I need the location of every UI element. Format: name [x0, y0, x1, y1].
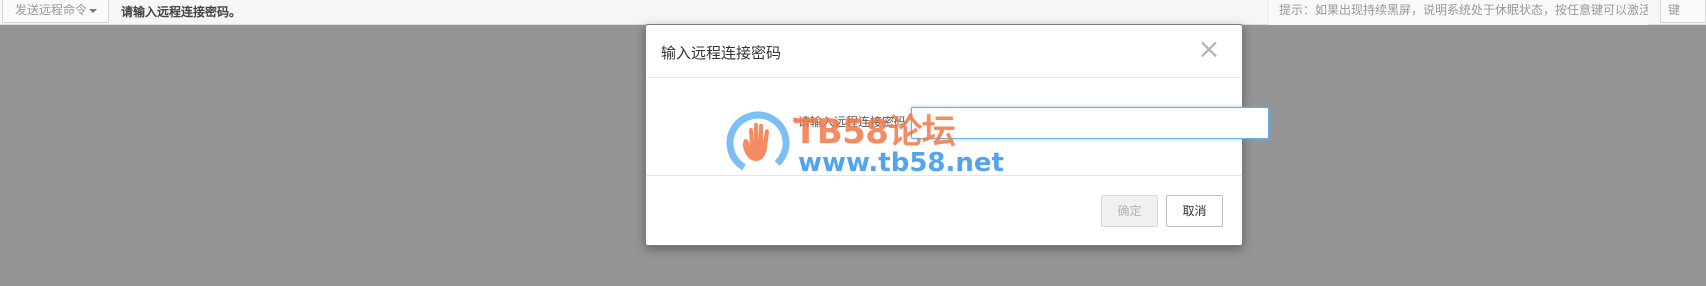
dialog-header: 输入远程连接密码 ×	[646, 25, 1242, 78]
send-remote-command-label: 发送远程命令	[15, 3, 88, 17]
chevron-down-icon	[89, 8, 98, 13]
cancel-button[interactable]: 取消	[1166, 195, 1223, 227]
close-icon[interactable]: ×	[1196, 35, 1222, 63]
sleep-tip: 提示：如果出现持续黑屏，说明系统处于休眠状态，按任意键可以激活。	[1268, 0, 1648, 25]
dialog-title: 输入远程连接密码	[661, 44, 782, 62]
password-input[interactable]	[911, 107, 1269, 139]
status-message: 请输入远程连接密码。	[121, 5, 242, 19]
corner-button[interactable]: 键	[1660, 0, 1706, 23]
send-remote-command-button[interactable]: 发送远程命令	[2, 0, 109, 23]
password-field-label-text: 请输入远程连接密码	[797, 115, 906, 129]
remote-toolbar: 发送远程命令 请输入远程连接密码。 提示：如果出现持续黑屏，说明系统处于休眠状态…	[0, 0, 1706, 25]
dialog-footer-divider	[646, 175, 1242, 176]
confirm-button[interactable]: 确定	[1101, 195, 1158, 227]
password-dialog: 输入远程连接密码 × *请输入远程连接密码 确定 取消	[645, 24, 1269, 246]
password-field-label: *请输入远程连接密码	[756, 113, 906, 130]
